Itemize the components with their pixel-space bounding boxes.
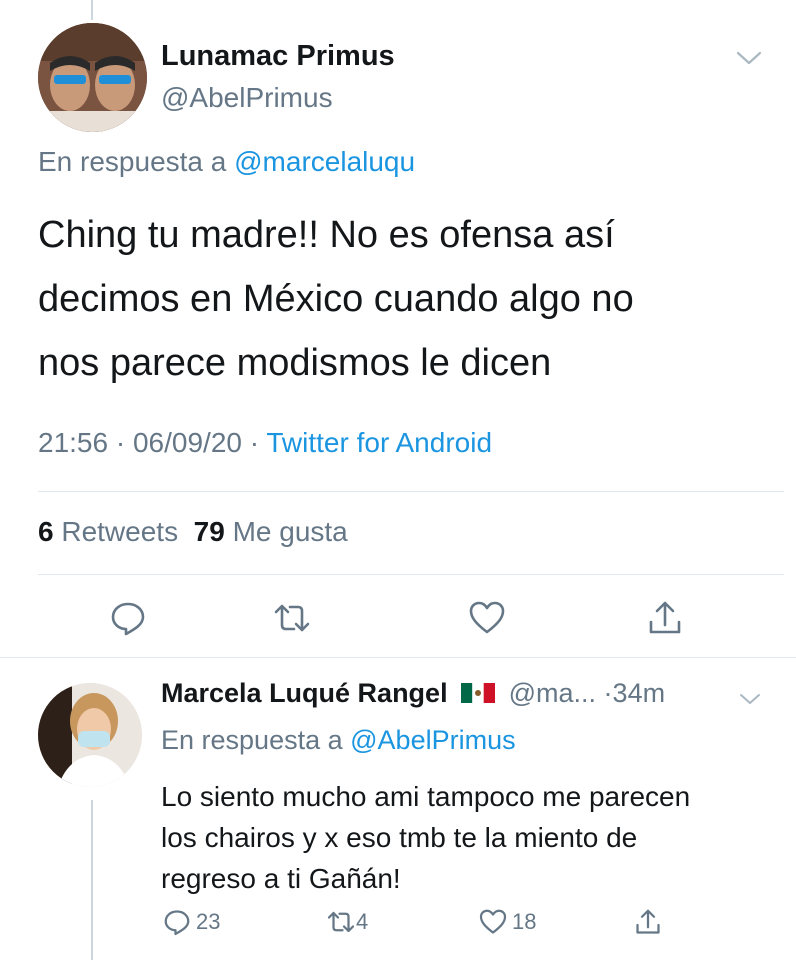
retweets-count: 6 xyxy=(38,516,54,547)
like-action[interactable]: 18 xyxy=(478,907,536,937)
author-handle[interactable]: @AbelPrimus xyxy=(161,82,333,114)
chevron-down-icon[interactable] xyxy=(738,689,762,709)
meta-separator: · xyxy=(115,427,126,458)
reply-text: Lo siento mucho ami tampoco me parecen l… xyxy=(161,776,781,899)
divider xyxy=(38,574,784,575)
tweet-stats: 6 Retweets 79 Me gusta xyxy=(38,516,348,548)
reply-context: En respuesta a @AbelPrimus xyxy=(161,725,516,756)
main-tweet: Lunamac Primus @AbelPrimus En respuesta … xyxy=(0,0,796,658)
reply-mention-link[interactable]: @AbelPrimus xyxy=(350,725,515,755)
share-icon xyxy=(636,909,660,934)
like-icon[interactable] xyxy=(467,598,507,638)
tweet-text-line: decimos en México cuando algo no xyxy=(38,278,634,320)
retweet-count: 4 xyxy=(356,909,369,934)
reply-mention-link[interactable]: @marcelaluqu xyxy=(234,146,415,177)
retweet-icon[interactable] xyxy=(272,598,312,638)
mexico-flag-icon xyxy=(461,682,496,703)
retweets-stat[interactable]: 6 Retweets xyxy=(38,516,178,547)
likes-label: Me gusta xyxy=(232,516,348,547)
reply-author-name[interactable]: Marcela Luqué Rangel xyxy=(161,678,448,708)
avatar[interactable] xyxy=(38,23,147,132)
likes-stat[interactable]: 79 Me gusta xyxy=(194,516,348,547)
tweet-date: 06/09/20 xyxy=(132,427,242,458)
retweet-action[interactable]: 4 xyxy=(326,907,368,937)
reply-prefix: En respuesta a xyxy=(161,725,343,755)
tweet-text: Ching tu madre!! No es ofensa así decimo… xyxy=(38,203,758,395)
reply-context: En respuesta a @marcelaluqu xyxy=(38,146,415,178)
reply-time[interactable]: 34m xyxy=(613,678,666,708)
meta-separator: · xyxy=(249,427,260,458)
tweet-meta: 21:56 · 06/09/20 · Twitter for Android xyxy=(38,427,492,459)
share-action[interactable] xyxy=(633,907,663,937)
reply-prefix: En respuesta a xyxy=(38,146,227,177)
reply-text-line: regreso a ti Gañán! xyxy=(161,863,401,894)
chevron-down-icon[interactable] xyxy=(734,46,764,70)
reply-text-line: los chairos y x eso tmb te la miento de xyxy=(161,822,638,853)
tweet-text-line: Ching tu madre!! No es ofensa así xyxy=(38,214,615,256)
share-icon[interactable] xyxy=(645,598,685,638)
reply-icon xyxy=(164,910,190,936)
like-icon xyxy=(479,909,507,934)
reply-author-handle[interactable]: @ma... xyxy=(509,678,596,708)
reply-text-line: Lo siento mucho ami tampoco me parecen xyxy=(161,781,691,812)
reply-count: 23 xyxy=(196,909,221,934)
reply-header: Marcela Luqué Rangel @ma... ·34m xyxy=(161,678,665,709)
meta-separator: · xyxy=(603,678,613,708)
tweet-text-line: nos parece modismos le dicen xyxy=(38,342,552,384)
likes-count: 79 xyxy=(193,516,225,547)
tweet-time: 21:56 xyxy=(38,427,109,458)
author-name[interactable]: Lunamac Primus xyxy=(161,40,395,73)
like-count: 18 xyxy=(512,909,537,934)
divider xyxy=(38,491,784,492)
retweet-icon xyxy=(327,911,355,933)
avatar[interactable] xyxy=(38,683,142,787)
reply-action[interactable]: 23 xyxy=(162,907,220,937)
divider xyxy=(0,657,796,658)
thread-line xyxy=(91,800,93,960)
reply-icon[interactable] xyxy=(108,598,148,638)
tweet-source-link[interactable]: Twitter for Android xyxy=(266,427,492,458)
retweets-label: Retweets xyxy=(61,516,179,547)
